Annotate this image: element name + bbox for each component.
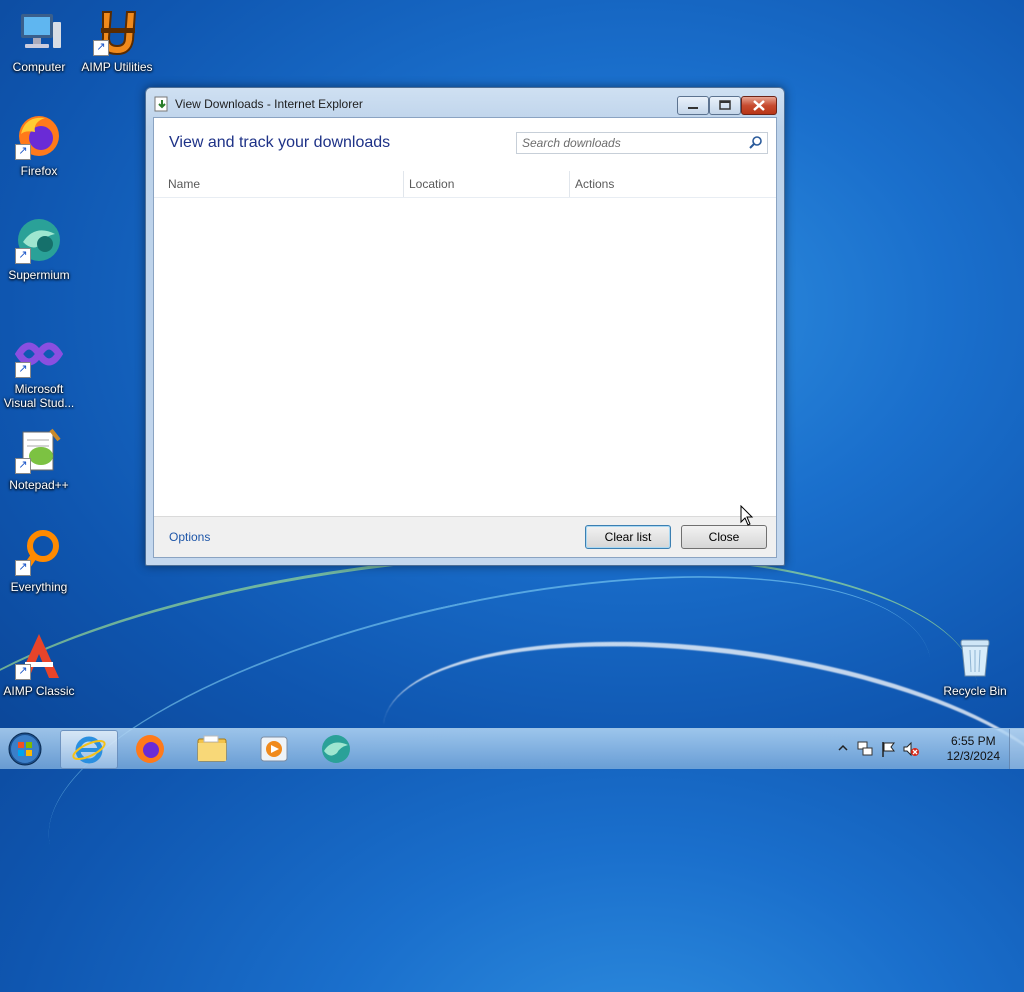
search-placeholder: Search downloads bbox=[522, 136, 621, 150]
desktop-icon-label: Recycle Bin bbox=[943, 684, 1007, 698]
shortcut-arrow-icon: ↗ bbox=[15, 664, 31, 680]
shortcut-arrow-icon: ↗ bbox=[15, 560, 31, 576]
page-title: View and track your downloads bbox=[169, 134, 391, 151]
dialog-footer: Options Clear list Close bbox=[154, 516, 776, 557]
desktop-icon-aimp-classic[interactable]: ↗ AIMP Classic bbox=[0, 632, 81, 698]
desktop-icon-aimp-utilities[interactable]: ↗ AIMP Utilities bbox=[75, 8, 159, 74]
window-title: View Downloads - Internet Explorer bbox=[175, 97, 363, 111]
column-divider[interactable] bbox=[569, 171, 570, 197]
media-player-icon bbox=[260, 736, 288, 762]
column-header-row: Name Location Actions bbox=[154, 171, 776, 198]
desktop-icon-everything[interactable]: ↗ Everything bbox=[0, 528, 81, 594]
shortcut-arrow-icon: ↗ bbox=[15, 144, 31, 160]
taskbar-internet-explorer[interactable] bbox=[60, 730, 118, 769]
desktop-icon-label: Everything bbox=[10, 580, 68, 594]
action-center-flag-icon[interactable] bbox=[880, 740, 896, 758]
shortcut-arrow-icon: ↗ bbox=[15, 248, 31, 264]
firefox-icon: ↗ bbox=[15, 112, 63, 160]
taskbar-supermium[interactable] bbox=[308, 730, 364, 767]
firefox-icon bbox=[136, 735, 164, 763]
desktop-icon-supermium[interactable]: ↗ Supermium bbox=[0, 216, 81, 282]
search-icon[interactable] bbox=[749, 135, 763, 149]
shortcut-arrow-icon: ↗ bbox=[15, 458, 31, 474]
internet-explorer-icon bbox=[72, 736, 106, 764]
desktop-icon-label: Computer bbox=[12, 60, 66, 74]
supermium-icon: ↗ bbox=[15, 216, 63, 264]
recycle-bin-icon bbox=[951, 632, 999, 680]
options-link[interactable]: Options bbox=[169, 530, 210, 544]
desktop-icon-label: Supermium bbox=[8, 268, 70, 282]
file-explorer-icon bbox=[197, 735, 227, 762]
visual-studio-icon: ↗ bbox=[14, 330, 64, 378]
minimize-icon bbox=[688, 107, 698, 109]
desktop-icon-firefox[interactable]: ↗ Firefox bbox=[0, 112, 81, 178]
search-input[interactable]: Search downloads bbox=[516, 132, 768, 154]
desktop-icon-visual-studio[interactable]: ↗ Microsoft Visual Stud... bbox=[0, 330, 81, 410]
shortcut-arrow-icon: ↗ bbox=[93, 40, 109, 56]
column-header-name[interactable]: Name bbox=[168, 177, 200, 191]
aimp-classic-icon: ↗ bbox=[15, 632, 63, 680]
taskbar: 6:55 PM 12/3/2024 bbox=[0, 728, 1024, 769]
start-button[interactable] bbox=[5, 730, 45, 768]
taskbar-file-explorer[interactable] bbox=[184, 730, 240, 767]
clock[interactable]: 6:55 PM 12/3/2024 bbox=[947, 734, 1000, 764]
mouse-pointer-icon bbox=[740, 505, 754, 526]
clear-list-button[interactable]: Clear list bbox=[585, 525, 671, 549]
close-icon bbox=[753, 100, 765, 111]
desktop-icon-label: AIMP Utilities bbox=[81, 60, 153, 74]
clock-time: 6:55 PM bbox=[950, 734, 996, 748]
clock-date: 12/3/2024 bbox=[946, 749, 1000, 763]
close-button[interactable]: Close bbox=[681, 525, 767, 549]
system-tray: 6:55 PM 12/3/2024 bbox=[834, 729, 1024, 769]
volume-muted-icon[interactable] bbox=[902, 740, 920, 758]
downloads-window: View Downloads - Internet Explorer View … bbox=[145, 87, 785, 566]
desktop-icon-notepadpp[interactable]: ↗ Notepad++ bbox=[0, 426, 81, 492]
column-header-actions[interactable]: Actions bbox=[575, 177, 614, 191]
show-hidden-icons-icon[interactable] bbox=[838, 743, 848, 753]
minimize-button[interactable] bbox=[677, 96, 709, 115]
taskbar-firefox[interactable] bbox=[122, 730, 178, 767]
supermium-icon bbox=[322, 735, 350, 763]
desktop-icon-label: Microsoft Visual Stud... bbox=[3, 382, 75, 410]
computer-icon bbox=[15, 8, 63, 56]
desktop-icon-recycle-bin[interactable]: Recycle Bin bbox=[933, 632, 1017, 698]
network-icon[interactable] bbox=[856, 740, 874, 758]
maximize-button[interactable] bbox=[709, 96, 741, 115]
downloads-panel: View and track your downloads Search dow… bbox=[153, 117, 777, 558]
shortcut-arrow-icon: ↗ bbox=[15, 362, 31, 378]
downloads-icon bbox=[154, 96, 168, 112]
show-desktop-button[interactable] bbox=[1009, 729, 1024, 769]
everything-icon: ↗ bbox=[15, 528, 63, 576]
title-bar[interactable]: View Downloads - Internet Explorer bbox=[146, 88, 784, 118]
maximize-icon bbox=[719, 100, 731, 110]
desktop-icon-label: Firefox bbox=[20, 164, 58, 178]
downloads-list[interactable] bbox=[154, 198, 776, 515]
column-header-location[interactable]: Location bbox=[409, 177, 454, 191]
desktop-icon-label: AIMP Classic bbox=[3, 684, 75, 698]
taskbar-media-player[interactable] bbox=[246, 730, 302, 767]
aimp-utilities-icon: ↗ bbox=[93, 8, 141, 56]
start-orb-icon bbox=[8, 732, 42, 766]
desktop-icon-label: Notepad++ bbox=[9, 478, 69, 492]
notepadpp-icon: ↗ bbox=[15, 426, 63, 474]
close-window-button[interactable] bbox=[741, 96, 777, 115]
column-divider[interactable] bbox=[403, 171, 404, 197]
desktop-icon-computer[interactable]: Computer bbox=[0, 8, 81, 74]
